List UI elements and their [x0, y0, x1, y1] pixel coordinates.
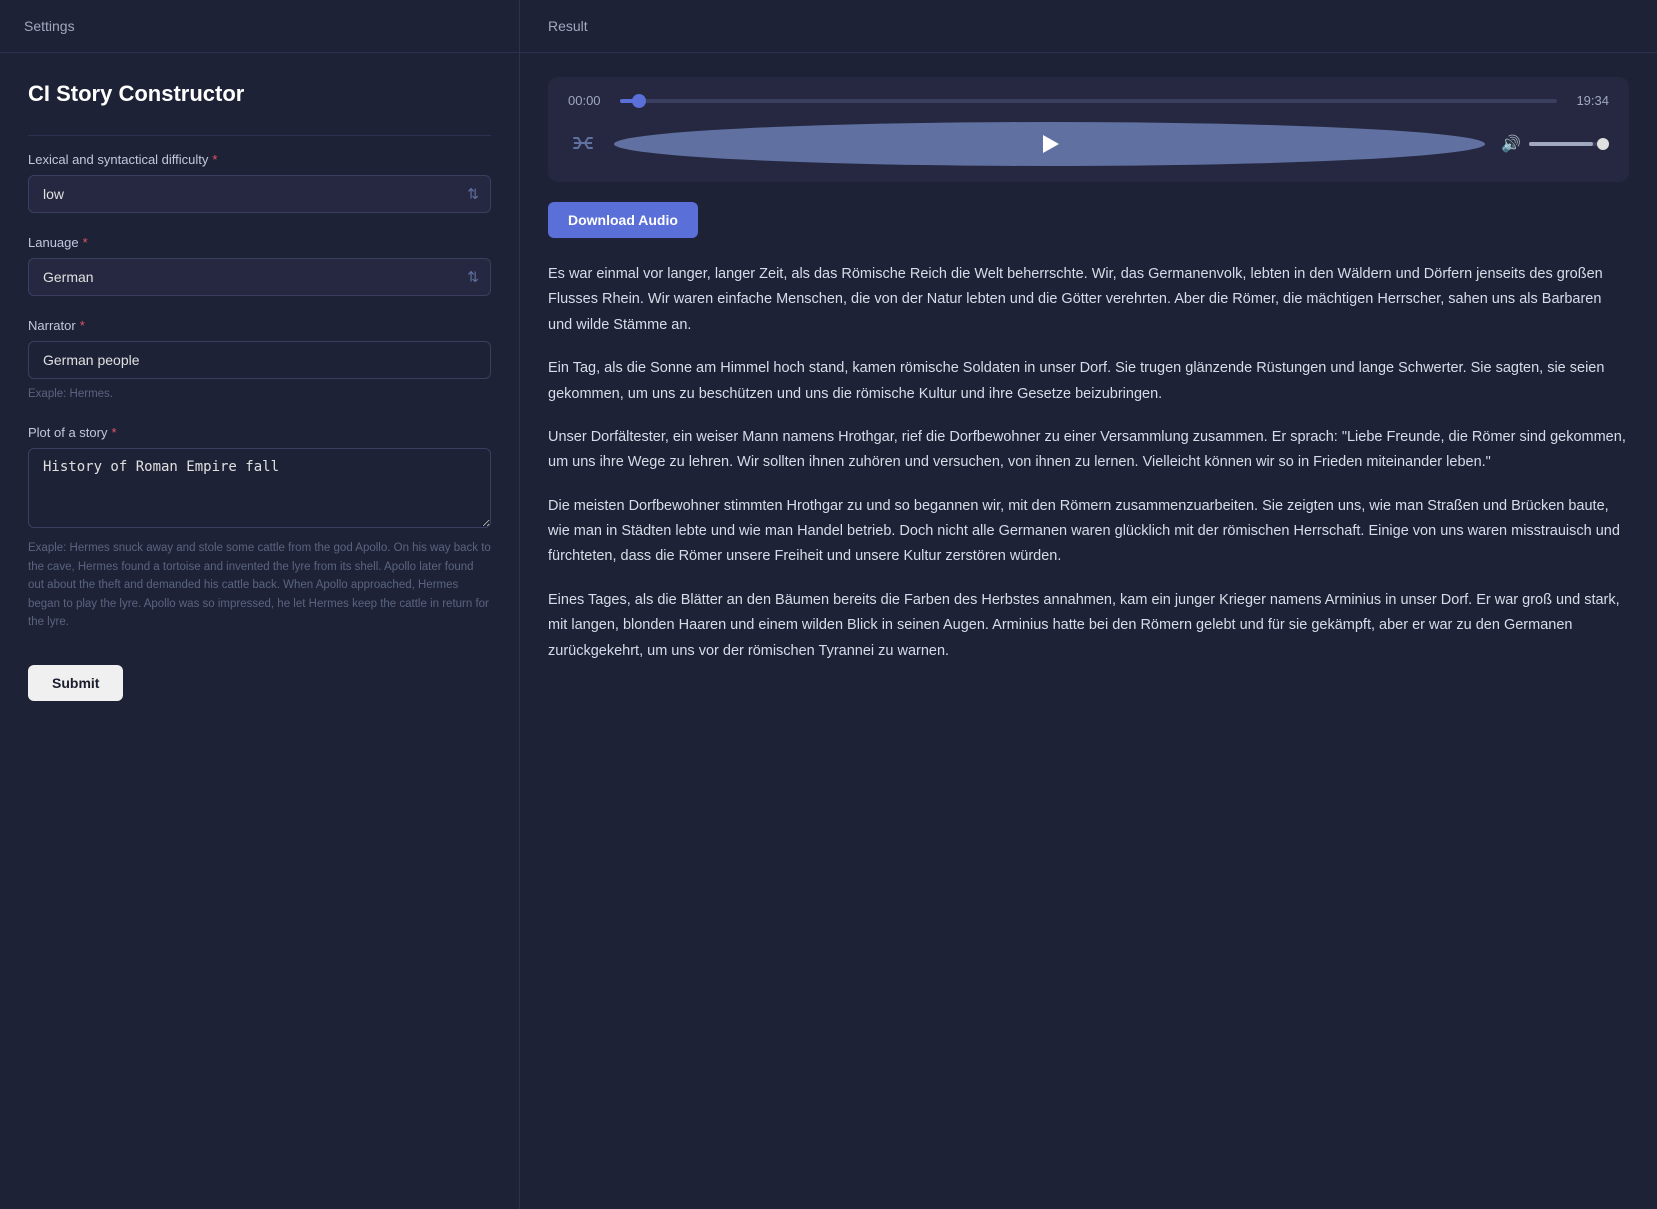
story-paragraph-5: Eines Tages, als die Blätter an den Bäum…	[548, 588, 1629, 664]
story-text: Es war einmal vor langer, langer Zeit, a…	[548, 262, 1629, 664]
shuffle-icon	[572, 135, 594, 153]
difficulty-select-wrapper: low medium high	[28, 175, 491, 213]
language-select-wrapper: German English French Spanish	[28, 258, 491, 296]
narrator-hint: Exaple: Hermes.	[28, 385, 491, 403]
plot-textarea[interactable]: History of Roman Empire fall	[28, 448, 491, 528]
story-paragraph-3: Unser Dorfältester, ein weiser Mann name…	[548, 425, 1629, 476]
difficulty-required: *	[212, 152, 217, 167]
story-paragraph-4: Die meisten Dorfbewohner stimmten Hrothg…	[548, 494, 1629, 570]
language-group: Lanuage * German English French Spanish	[28, 235, 491, 296]
shuffle-button[interactable]	[568, 131, 598, 157]
play-button[interactable]	[614, 122, 1485, 166]
divider-1	[28, 135, 491, 136]
language-label: Lanuage *	[28, 235, 491, 250]
story-paragraph-2: Ein Tag, als die Sonne am Himmel hoch st…	[548, 356, 1629, 407]
audio-top-row: 00:00 19:34	[568, 93, 1609, 108]
language-select[interactable]: German English French Spanish	[28, 258, 491, 296]
narrator-label: Narrator *	[28, 318, 491, 333]
volume-track[interactable]	[1529, 142, 1609, 146]
submit-button[interactable]: Submit	[28, 665, 123, 701]
right-content: 00:00 19:34	[520, 53, 1657, 1209]
difficulty-select[interactable]: low medium high	[28, 175, 491, 213]
play-icon	[1043, 135, 1059, 153]
progress-thumb	[632, 94, 646, 108]
settings-title: Settings	[24, 18, 75, 34]
difficulty-group: Lexical and syntactical difficulty * low…	[28, 152, 491, 213]
right-panel: Result 00:00 19:34	[520, 0, 1657, 1209]
volume-icon: 🔊	[1501, 134, 1521, 154]
audio-player: 00:00 19:34	[548, 77, 1629, 182]
plot-group: Plot of a story * History of Roman Empir…	[28, 425, 491, 631]
volume-thumb	[1597, 138, 1609, 150]
volume-fill	[1529, 142, 1593, 146]
narrator-input[interactable]	[28, 341, 491, 379]
total-time: 19:34	[1569, 93, 1609, 108]
plot-hint: Exaple: Hermes snuck away and stole some…	[28, 539, 491, 631]
plot-required: *	[111, 425, 116, 440]
plot-label: Plot of a story *	[28, 425, 491, 440]
volume-section: 🔊	[1501, 134, 1609, 154]
app-title: CI Story Constructor	[28, 81, 491, 107]
result-title: Result	[548, 18, 588, 34]
narrator-required: *	[80, 318, 85, 333]
language-required: *	[83, 235, 88, 250]
current-time: 00:00	[568, 93, 608, 108]
download-button[interactable]: Download Audio	[548, 202, 698, 238]
difficulty-label: Lexical and syntactical difficulty *	[28, 152, 491, 167]
narrator-group: Narrator * Exaple: Hermes.	[28, 318, 491, 403]
audio-controls: 🔊	[568, 122, 1609, 166]
result-header: Result	[520, 0, 1657, 53]
left-panel: Settings CI Story Constructor Lexical an…	[0, 0, 520, 1209]
settings-header: Settings	[0, 0, 519, 53]
progress-bar[interactable]	[620, 99, 1557, 103]
story-paragraph-1: Es war einmal vor langer, langer Zeit, a…	[548, 262, 1629, 338]
